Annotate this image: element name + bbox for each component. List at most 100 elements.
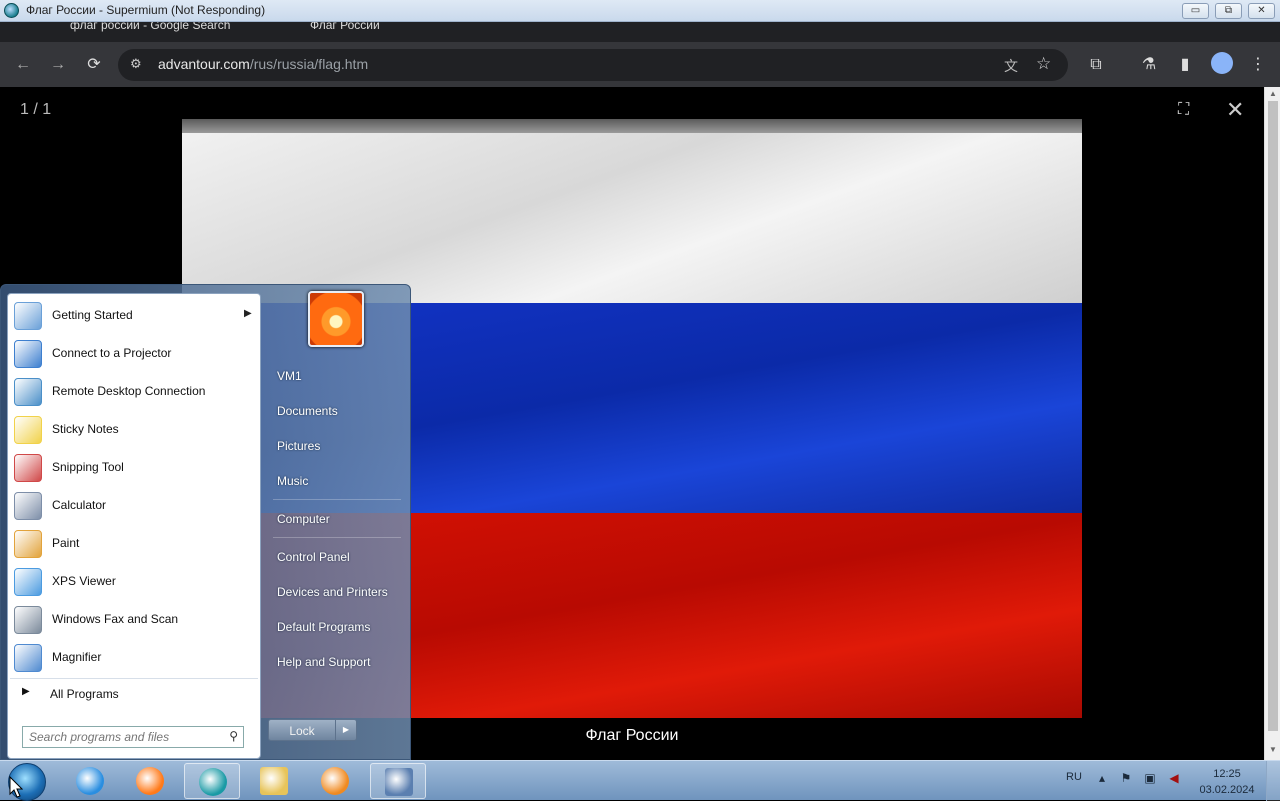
- page-scrollbar[interactable]: ▲ ▼: [1264, 87, 1280, 760]
- tab-flag-russia[interactable]: Флаг России: [290, 22, 510, 42]
- submenu-arrow-icon: ▶: [244, 308, 252, 319]
- close-window-button[interactable]: ✕: [1248, 3, 1275, 19]
- site-info-icon[interactable]: ⚙: [130, 56, 142, 72]
- internet-explorer-icon: [76, 767, 104, 795]
- start-program-label: Remote Desktop Connection: [52, 384, 206, 398]
- flag-top-shadow: [182, 119, 1082, 133]
- taskbar-app-button[interactable]: [184, 763, 240, 799]
- minimize-button[interactable]: ▭: [1182, 3, 1209, 19]
- start-program-item[interactable]: Paint: [10, 526, 258, 562]
- tab-google-search[interactable]: флаг россии - Google Search: [50, 22, 270, 42]
- magnifier-icon: [14, 644, 42, 672]
- start-program-item[interactable]: Snipping Tool: [10, 450, 258, 486]
- window-titlebar: Флаг России - Supermium (Not Responding)…: [0, 0, 1280, 22]
- start-program-item[interactable]: Windows Fax and Scan: [10, 602, 258, 638]
- start-program-item[interactable]: Magnifier: [10, 640, 258, 676]
- forward-button[interactable]: →: [45, 52, 71, 78]
- tab-label: флаг россии - Google Search: [70, 22, 231, 32]
- restore-button[interactable]: ⧉: [1215, 3, 1242, 19]
- start-menu-separator: [273, 499, 401, 500]
- scroll-down-arrow-icon[interactable]: ▼: [1268, 745, 1278, 754]
- lock-button[interactable]: Lock: [268, 719, 336, 741]
- fax-scan-icon: [14, 606, 42, 634]
- scrollbar-thumb[interactable]: [1268, 101, 1278, 731]
- taskbar-app-button[interactable]: [122, 763, 178, 799]
- sticky-notes-icon: [14, 416, 42, 444]
- firefox-icon: [136, 767, 164, 795]
- start-place-pictures[interactable]: Pictures: [269, 431, 405, 461]
- getting-started-icon: [14, 302, 42, 330]
- start-place-music[interactable]: Music: [269, 466, 405, 496]
- start-program-item[interactable]: Sticky Notes: [10, 412, 258, 448]
- start-place-computer[interactable]: Computer: [269, 504, 405, 534]
- flag-white-stripe: [182, 133, 1082, 303]
- side-panel-icon[interactable]: ▮: [1172, 52, 1198, 78]
- language-indicator[interactable]: RU: [1066, 771, 1082, 783]
- taskbar: RU ▴ ⚑ ▣ ◀ 12:25 03.02.2024: [0, 760, 1280, 801]
- address-bar[interactable]: ⚙ advantour.com/rus/russia/flag.htm 文 ☆: [118, 49, 1068, 81]
- triangle-right-icon: ▶: [22, 686, 30, 697]
- labs-flask-icon[interactable]: ⚗: [1136, 52, 1162, 78]
- start-program-label: Snipping Tool: [52, 460, 124, 474]
- start-program-label: Windows Fax and Scan: [52, 612, 179, 626]
- tab-strip: флаг россии - Google Search Флаг России: [0, 22, 1280, 42]
- start-program-label: XPS Viewer: [52, 574, 116, 588]
- start-program-item[interactable]: Calculator: [10, 488, 258, 524]
- shutdown-options-arrow-icon[interactable]: ▶: [335, 719, 357, 741]
- supermium-icon: [199, 768, 227, 796]
- tab-label: Флаг России: [310, 22, 380, 32]
- keyboard-app-icon: [385, 768, 413, 796]
- start-place-default-programs[interactable]: Default Programs: [269, 612, 405, 642]
- projector-icon: [14, 340, 42, 368]
- start-program-item[interactable]: Connect to a Projector: [10, 336, 258, 372]
- search-icon[interactable]: ⚲: [229, 729, 238, 743]
- taskbar-app-button[interactable]: [307, 763, 363, 799]
- start-place-control-panel[interactable]: Control Panel: [269, 542, 405, 572]
- menu-kebab-icon[interactable]: ⋮: [1245, 52, 1271, 78]
- bookmark-star-icon[interactable]: ☆: [1036, 54, 1051, 74]
- taskbar-app-button[interactable]: [62, 763, 118, 799]
- user-picture-avatar[interactable]: [308, 291, 364, 347]
- start-search-input[interactable]: [29, 729, 219, 745]
- taskbar-app-button[interactable]: [246, 763, 302, 799]
- action-center-flag-icon[interactable]: ⚑: [1118, 771, 1134, 787]
- start-program-label: Connect to a Projector: [52, 346, 172, 360]
- explorer-folder-icon: [260, 767, 288, 795]
- start-program-item[interactable]: Getting Started ▶: [10, 298, 258, 334]
- reload-button[interactable]: ⟳: [81, 52, 107, 78]
- start-program-item[interactable]: Remote Desktop Connection: [10, 374, 258, 410]
- taskbar-app-button[interactable]: [370, 763, 426, 799]
- start-place-devices-and-printers[interactable]: Devices and Printers: [269, 577, 405, 607]
- system-clock[interactable]: 12:25 03.02.2024: [1196, 766, 1258, 798]
- remote-desktop-icon: [14, 378, 42, 406]
- show-hidden-icons-chevron-icon[interactable]: ▴: [1094, 771, 1110, 787]
- start-place-help-and-support[interactable]: Help and Support: [269, 647, 405, 677]
- start-program-label: Magnifier: [52, 650, 102, 664]
- image-counter: 1 / 1: [20, 101, 52, 118]
- start-place-documents[interactable]: Documents: [269, 396, 405, 426]
- back-button[interactable]: ←: [10, 52, 36, 78]
- url-text[interactable]: advantour.com/rus/russia/flag.htm: [158, 56, 368, 72]
- start-menu-programs-pane: Getting Started ▶ Connect to a Projector Re…: [7, 293, 261, 759]
- all-programs-item[interactable]: ▶ All Programs: [10, 678, 258, 706]
- start-menu-separator: [273, 537, 401, 538]
- scroll-up-arrow-icon[interactable]: ▲: [1268, 89, 1278, 98]
- clock-time: 12:25: [1213, 768, 1241, 780]
- paint-icon: [14, 530, 42, 558]
- start-search-box[interactable]: ⚲: [22, 726, 244, 748]
- translate-icon[interactable]: 文: [1004, 56, 1018, 76]
- network-icon[interactable]: ▣: [1142, 771, 1158, 787]
- start-menu: Getting Started ▶ Connect to a Projector Re…: [0, 284, 411, 760]
- start-program-label: Sticky Notes: [52, 422, 119, 436]
- volume-muted-icon[interactable]: ◀: [1166, 771, 1182, 787]
- show-desktop-button[interactable]: [1266, 761, 1280, 801]
- extensions-icon[interactable]: ⧉: [1083, 52, 1109, 78]
- profile-avatar-icon[interactable]: [1211, 52, 1233, 74]
- fullscreen-icon[interactable]: ⛶: [1178, 101, 1198, 121]
- snipping-tool-icon: [14, 454, 42, 482]
- browser-toolbar: ← → ⟳ ⚙ advantour.com/rus/russia/flag.ht…: [0, 42, 1280, 87]
- calculator-icon: [14, 492, 42, 520]
- close-lightbox-icon[interactable]: ✕: [1226, 99, 1250, 123]
- start-place-vm1[interactable]: VM1: [269, 361, 405, 391]
- start-program-item[interactable]: XPS Viewer: [10, 564, 258, 600]
